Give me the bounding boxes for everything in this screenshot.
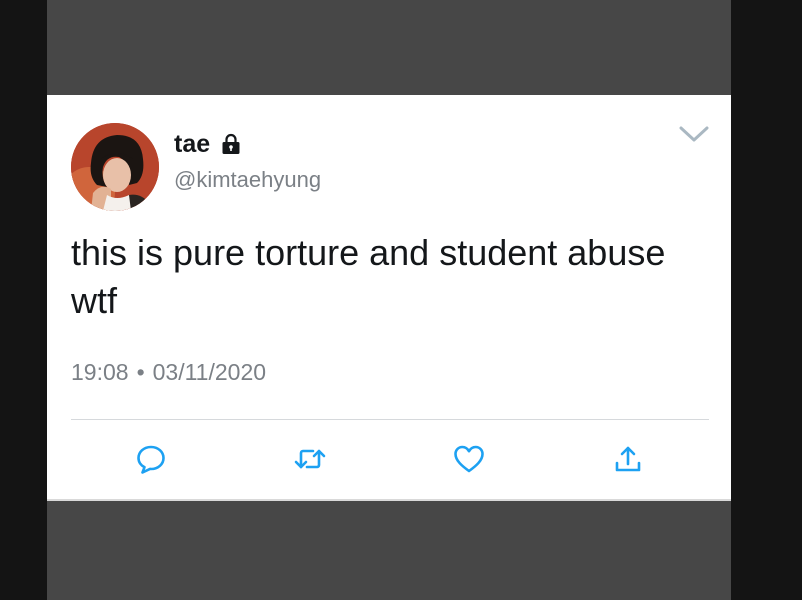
tweet-card: tae @kimtaehyung this is pure torture an… xyxy=(47,95,731,501)
user-handle[interactable]: @kimtaehyung xyxy=(174,167,321,193)
author-row: tae xyxy=(174,129,242,159)
display-name[interactable]: tae xyxy=(174,130,210,159)
like-button[interactable] xyxy=(449,441,489,477)
divider xyxy=(71,419,709,420)
retweet-button[interactable] xyxy=(290,441,330,477)
tweet-text: this is pure torture and student abuse w… xyxy=(71,232,666,321)
avatar[interactable] xyxy=(71,123,159,211)
retweet-icon xyxy=(292,443,328,475)
tweet-time: 19:08 xyxy=(71,359,129,385)
meta-separator: • xyxy=(136,359,145,385)
reply-button[interactable] xyxy=(131,441,171,477)
share-button[interactable] xyxy=(608,441,648,477)
reply-icon xyxy=(135,443,167,475)
heart-icon xyxy=(452,443,486,475)
tweet-date: 03/11/2020 xyxy=(152,359,267,385)
chevron-down-icon[interactable] xyxy=(677,123,711,145)
tweet-timestamp[interactable]: 19:08 • 03/11/2020 xyxy=(71,359,266,386)
share-icon xyxy=(612,443,644,475)
lock-icon xyxy=(220,133,242,155)
